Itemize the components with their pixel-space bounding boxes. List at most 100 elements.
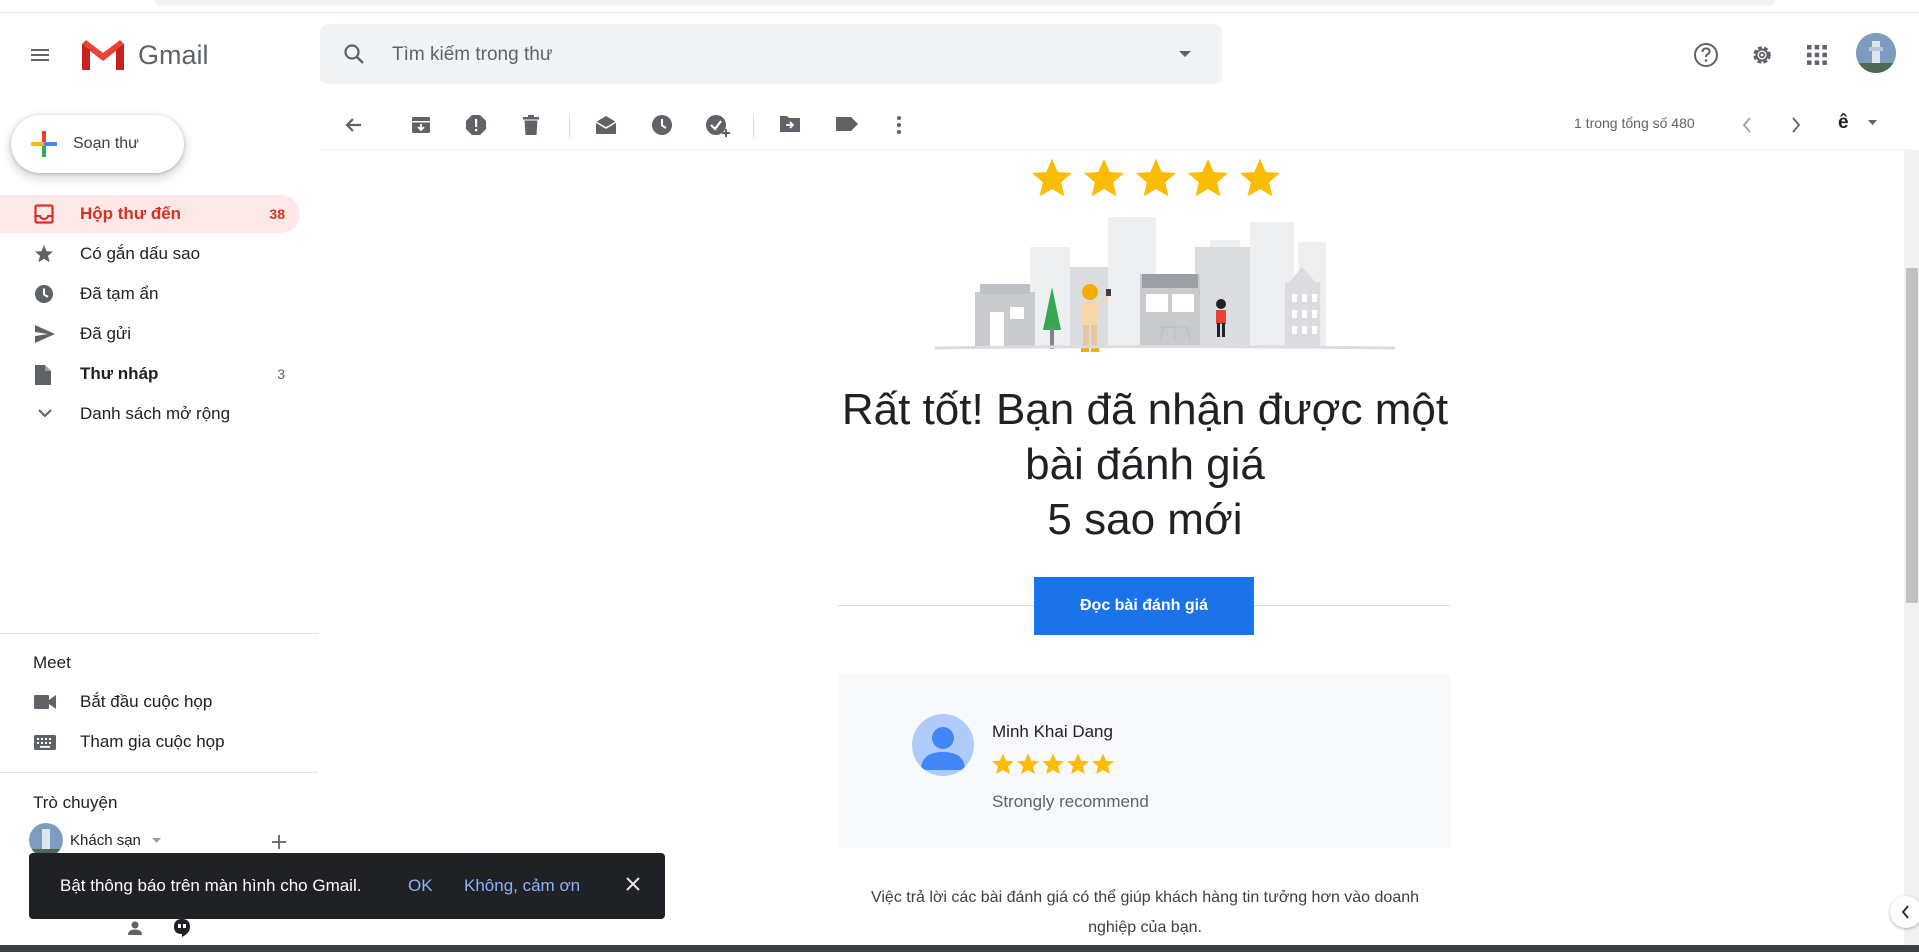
chevron-down-icon (38, 408, 52, 418)
address-bar[interactable] (155, 0, 1775, 6)
side-panel-toggle[interactable] (1890, 896, 1919, 928)
reviewer-name: Minh Khai Dang (992, 722, 1113, 741)
new-chat-plus-icon[interactable] (271, 834, 287, 850)
snackbar-ok-button[interactable]: OK (408, 876, 433, 896)
star-icon (992, 753, 1014, 774)
app-name: Gmail (138, 39, 209, 70)
sidebar-item-label: Có gắn dấu sao (80, 244, 201, 263)
chat-contact[interactable]: Khách sạn (29, 823, 299, 857)
sidebar-item-more[interactable]: Danh sách mở rộng (0, 395, 300, 433)
search-bar[interactable] (320, 24, 1222, 84)
meet-title: Meet (33, 653, 71, 672)
pager-text: 1 trong tổng số 480 (1574, 115, 1695, 131)
inbox-icon (34, 204, 54, 224)
compose-plus-icon (29, 129, 59, 159)
sidebar-item-label: Thư nháp (80, 364, 159, 383)
report-spam-icon[interactable] (465, 114, 487, 136)
star-icon (1136, 158, 1176, 197)
sidebar-divider (0, 772, 318, 773)
headline-line: bài đánh giá (1025, 440, 1265, 489)
mark-unread-icon[interactable] (594, 114, 618, 136)
meet-join-meeting[interactable]: Tham gia cuộc họp (0, 723, 300, 761)
app-header: Gmail (0, 13, 1919, 93)
status-dropdown-icon[interactable] (152, 838, 161, 844)
star-icon (1084, 158, 1124, 197)
storefront-illustration (930, 212, 1400, 367)
move-to-icon[interactable] (779, 114, 801, 134)
clock-icon (34, 284, 54, 304)
contact-name: Khách sạn (70, 832, 141, 849)
sidebar-item-label: Đã gửi (80, 324, 132, 343)
headline-line: 5 sao mới (1047, 495, 1243, 544)
send-icon (34, 324, 56, 344)
sidebar-item-label: Đã tạm ẩn (80, 284, 159, 303)
input-tools-button[interactable]: ê (1838, 112, 1877, 134)
review-text: Strongly recommend (992, 792, 1149, 811)
reviewer-avatar (912, 714, 974, 776)
chevron-down-icon (1868, 120, 1877, 126)
search-options-icon[interactable] (1178, 49, 1192, 59)
help-icon[interactable] (1692, 41, 1720, 69)
draft-icon (34, 364, 52, 386)
chevron-left-icon (1901, 905, 1910, 919)
meet-item-label: Bắt đầu cuộc họp (80, 692, 213, 711)
chat-title: Trò chuyện (33, 793, 118, 812)
compose-button[interactable]: Soạn thư (11, 115, 184, 173)
reviewer-star-rating (991, 752, 1116, 776)
star-icon (1067, 753, 1089, 774)
scrollbar-thumb[interactable] (1906, 268, 1918, 603)
settings-icon[interactable] (1748, 41, 1776, 69)
star-icon (1017, 753, 1039, 774)
gmail-logo[interactable]: Gmail (80, 37, 209, 73)
email-footer-text: Việc trả lời các bài đánh giá có thể giú… (840, 883, 1450, 943)
sidebar-divider (0, 633, 318, 634)
account-avatar[interactable] (1856, 33, 1896, 73)
meet-item-label: Tham gia cuộc họp (80, 732, 225, 751)
compose-label: Soạn thư (73, 135, 139, 152)
snackbar-message: Bật thông báo trên màn hình cho Gmail. (60, 876, 362, 895)
star-rating-large (1030, 156, 1290, 200)
next-icon[interactable] (1791, 117, 1801, 133)
close-icon[interactable] (623, 874, 643, 894)
sidebar-item-snoozed[interactable]: Đã tạm ẩn (0, 275, 300, 313)
sidebar-item-label: Danh sách mở rộng (80, 404, 231, 423)
browser-url-strip (0, 0, 1919, 13)
menu-icon[interactable] (28, 43, 52, 67)
keyboard-icon (34, 735, 56, 750)
add-task-icon[interactable] (705, 114, 731, 138)
more-vert-icon[interactable] (896, 114, 902, 136)
toolbar-separator (753, 113, 754, 139)
read-review-button[interactable]: Đọc bài đánh giá (1034, 577, 1254, 635)
review-card: Minh Khai Dang Strongly recommend (838, 674, 1451, 848)
archive-icon[interactable] (410, 114, 432, 136)
video-icon (34, 695, 56, 709)
sidebar-item-sent[interactable]: Đã gửi (0, 315, 300, 353)
sidebar-item-starred[interactable]: Có gắn dấu sao (0, 235, 300, 273)
star-icon (1042, 753, 1064, 774)
unread-count: 38 (269, 206, 285, 222)
headline-line: Rất tốt! Bạn đã nhận được một (841, 385, 1449, 434)
email-headline: Rất tốt! Bạn đã nhận được một bài đánh g… (780, 382, 1510, 547)
meet-start-meeting[interactable]: Bắt đầu cuộc họp (0, 683, 300, 721)
label-icon[interactable] (835, 114, 859, 134)
search-icon[interactable] (342, 42, 366, 66)
gmail-m-icon (80, 38, 126, 72)
contact-avatar (29, 823, 63, 857)
star-icon (1092, 753, 1114, 774)
star-icon (34, 244, 54, 264)
delete-icon[interactable] (521, 114, 541, 136)
search-input[interactable] (390, 38, 1134, 72)
hangouts-icon[interactable] (173, 918, 191, 938)
contacts-icon[interactable] (127, 920, 143, 936)
prev-icon[interactable] (1742, 117, 1752, 133)
taskbar-edge (0, 945, 1919, 952)
notification-snackbar: Bật thông báo trên màn hình cho Gmail. O… (29, 853, 665, 919)
back-arrow-icon[interactable] (342, 114, 364, 136)
apps-icon[interactable] (1806, 44, 1828, 66)
sidebar-item-inbox[interactable]: Hộp thư đến 38 (0, 195, 300, 233)
toolbar-separator (569, 113, 570, 139)
snooze-icon[interactable] (651, 114, 673, 136)
snackbar-decline-button[interactable]: Không, cảm ơn (464, 876, 580, 896)
sidebar-item-drafts[interactable]: Thư nháp 3 (0, 355, 300, 393)
footer-line: nghiệp của bạn. (1088, 919, 1202, 936)
